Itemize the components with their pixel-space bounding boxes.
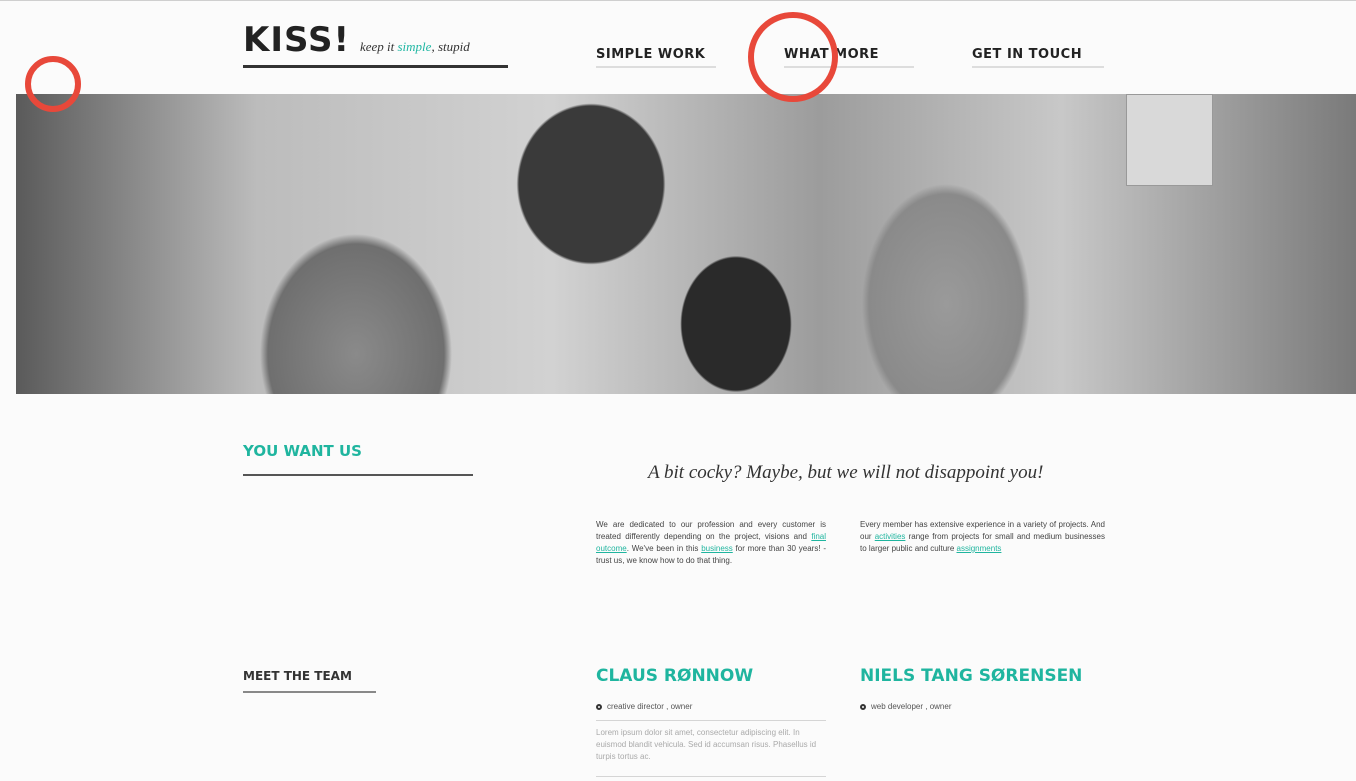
section-rule	[243, 474, 473, 476]
divider	[596, 720, 826, 721]
link-business[interactable]: business	[701, 544, 733, 553]
tagline-post: , stupid	[431, 39, 470, 54]
logo-underline	[243, 65, 508, 68]
team-member-role: web developer , owner	[860, 702, 952, 711]
paragraph-text: . We've been in this	[626, 544, 702, 553]
experience-paragraph: Every member has extensive experience in…	[860, 519, 1105, 555]
role-text: creative director , owner	[607, 702, 693, 711]
tagline-accent: simple	[397, 39, 432, 54]
team-member-bio: Lorem ipsum dolor sit amet, consectetur …	[596, 728, 817, 761]
section-rule	[243, 691, 376, 693]
logo-tagline: keep it simple, stupid	[360, 39, 470, 54]
team-member-name: CLAUS RØNNOW	[596, 666, 754, 686]
hero-image	[16, 94, 1356, 394]
tagline-pre: keep it	[359, 39, 398, 54]
logo-text: KISS!	[243, 20, 350, 60]
page-tagline: A bit cocky? Maybe, but we will not disa…	[648, 462, 1044, 483]
link-activities[interactable]: activities	[875, 532, 906, 541]
paragraph-text: We are dedicated to our profession and e…	[596, 520, 826, 541]
wall-poster	[1126, 94, 1213, 186]
team-member-name: NIELS TANG SØRENSEN	[860, 666, 1083, 686]
circle-icon	[860, 703, 866, 710]
intro-paragraph: We are dedicated to our profession and e…	[596, 519, 826, 567]
divider	[596, 776, 826, 777]
annotation-circle	[748, 12, 838, 102]
top-border	[0, 0, 1356, 1]
link-assignments[interactable]: assignments	[957, 544, 1002, 553]
annotation-circle	[25, 56, 81, 112]
site-logo[interactable]: KISS! keep it simple, stupid	[243, 20, 470, 60]
section-title-you-want-us: YOU WANT US	[243, 442, 362, 460]
section-title-meet-team: MEET THE TEAM	[243, 669, 352, 683]
team-member-role: creative director , owner	[596, 702, 692, 711]
nav-simple-work[interactable]: SIMPLE WORK	[596, 47, 705, 62]
circle-icon	[596, 703, 602, 710]
nav-underline	[972, 66, 1104, 68]
role-text: web developer , owner	[871, 702, 952, 711]
nav-get-in-touch[interactable]: GET IN TOUCH	[972, 47, 1082, 62]
nav-underline	[596, 66, 716, 68]
